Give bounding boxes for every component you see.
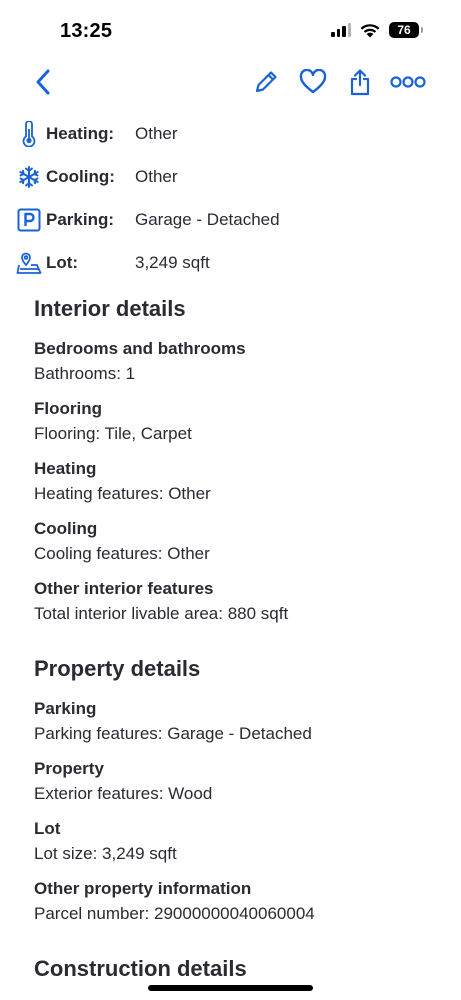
fact-row-cooling: Cooling: Other (0, 155, 461, 198)
back-button[interactable] (28, 62, 58, 102)
fact-label: Parking: (46, 209, 115, 229)
group-title: Parking (34, 699, 97, 718)
wifi-icon (360, 24, 380, 38)
fact-label: Cooling: (46, 166, 115, 186)
group-detail: Lot size: 3,249 sqft (34, 844, 177, 863)
parking-p-icon (16, 207, 42, 233)
nav-bar (0, 62, 461, 102)
pencil-icon (255, 71, 277, 93)
detail-group: Bedrooms and bathrooms Bathrooms: 1 (34, 336, 434, 386)
status-bar: 13:25 76 (0, 0, 461, 60)
home-indicator[interactable] (148, 985, 313, 991)
share-button[interactable] (345, 62, 375, 102)
fact-value: Other (135, 123, 178, 143)
detail-group: Parking Parking features: Garage - Detac… (34, 696, 434, 746)
detail-group: Cooling Cooling features: Other (34, 516, 434, 566)
status-time: 13:25 (60, 20, 113, 42)
detail-group: Other interior features Total interior l… (34, 576, 434, 626)
group-detail: Bathrooms: 1 (34, 364, 136, 383)
group-title: Lot (34, 819, 61, 838)
interior-details-section: Interior details Bedrooms and bathrooms … (34, 296, 434, 636)
edit-button[interactable] (250, 62, 282, 102)
group-title: Cooling (34, 519, 98, 538)
quick-facts-list: Heating: Other Cooling: Other Parking: G… (0, 112, 461, 284)
thermometer-icon (16, 120, 42, 147)
group-detail: Heating features: Other (34, 484, 211, 503)
more-circles-icon (390, 76, 426, 88)
group-detail: Total interior livable area: 880 sqft (34, 604, 289, 623)
detail-group: Other property information Parcel number… (34, 876, 434, 926)
property-details-section: Property details Parking Parking feature… (34, 656, 434, 936)
fact-label: Heating: (46, 123, 114, 143)
detail-group: Property Exterior features: Wood (34, 756, 434, 806)
group-detail: Parking features: Garage - Detached (34, 724, 312, 743)
group-title: Other property information (34, 879, 252, 898)
detail-group: Heating Heating features: Other (34, 456, 434, 506)
save-favorite-button[interactable] (296, 62, 330, 102)
chevron-left-icon (36, 69, 50, 95)
battery-icon: 76 (389, 22, 423, 38)
section-title: Interior details (34, 296, 186, 321)
detail-group: Lot Lot size: 3,249 sqft (34, 816, 434, 866)
detail-group: Flooring Flooring: Tile, Carpet (34, 396, 434, 446)
fact-row-lot: Lot: 3,249 sqft (0, 241, 461, 284)
fact-row-heating: Heating: Other (0, 112, 461, 155)
snowflake-icon (16, 164, 42, 190)
fact-value: Other (135, 166, 178, 186)
fact-row-parking: Parking: Garage - Detached (0, 198, 461, 241)
status-icons: 76 (331, 22, 423, 38)
group-title: Bedrooms and bathrooms (34, 339, 246, 358)
section-title: Property details (34, 656, 201, 681)
share-icon (350, 69, 370, 96)
fact-value: Garage - Detached (135, 209, 280, 229)
group-title: Heating (34, 459, 97, 478)
group-title: Other interior features (34, 579, 214, 598)
heart-icon (299, 69, 327, 94)
group-detail: Flooring: Tile, Carpet (34, 424, 192, 443)
group-title: Property (34, 759, 104, 778)
group-detail: Cooling features: Other (34, 544, 210, 563)
group-detail: Exterior features: Wood (34, 784, 213, 803)
cellular-signal-icon (331, 23, 351, 37)
group-title: Flooring (34, 399, 102, 418)
fact-value: 3,249 sqft (135, 252, 210, 272)
more-options-button[interactable] (388, 62, 428, 102)
fact-label: Lot: (46, 252, 79, 272)
group-detail: Parcel number: 29000000040060004 (34, 904, 315, 923)
lot-pin-icon (16, 250, 42, 276)
